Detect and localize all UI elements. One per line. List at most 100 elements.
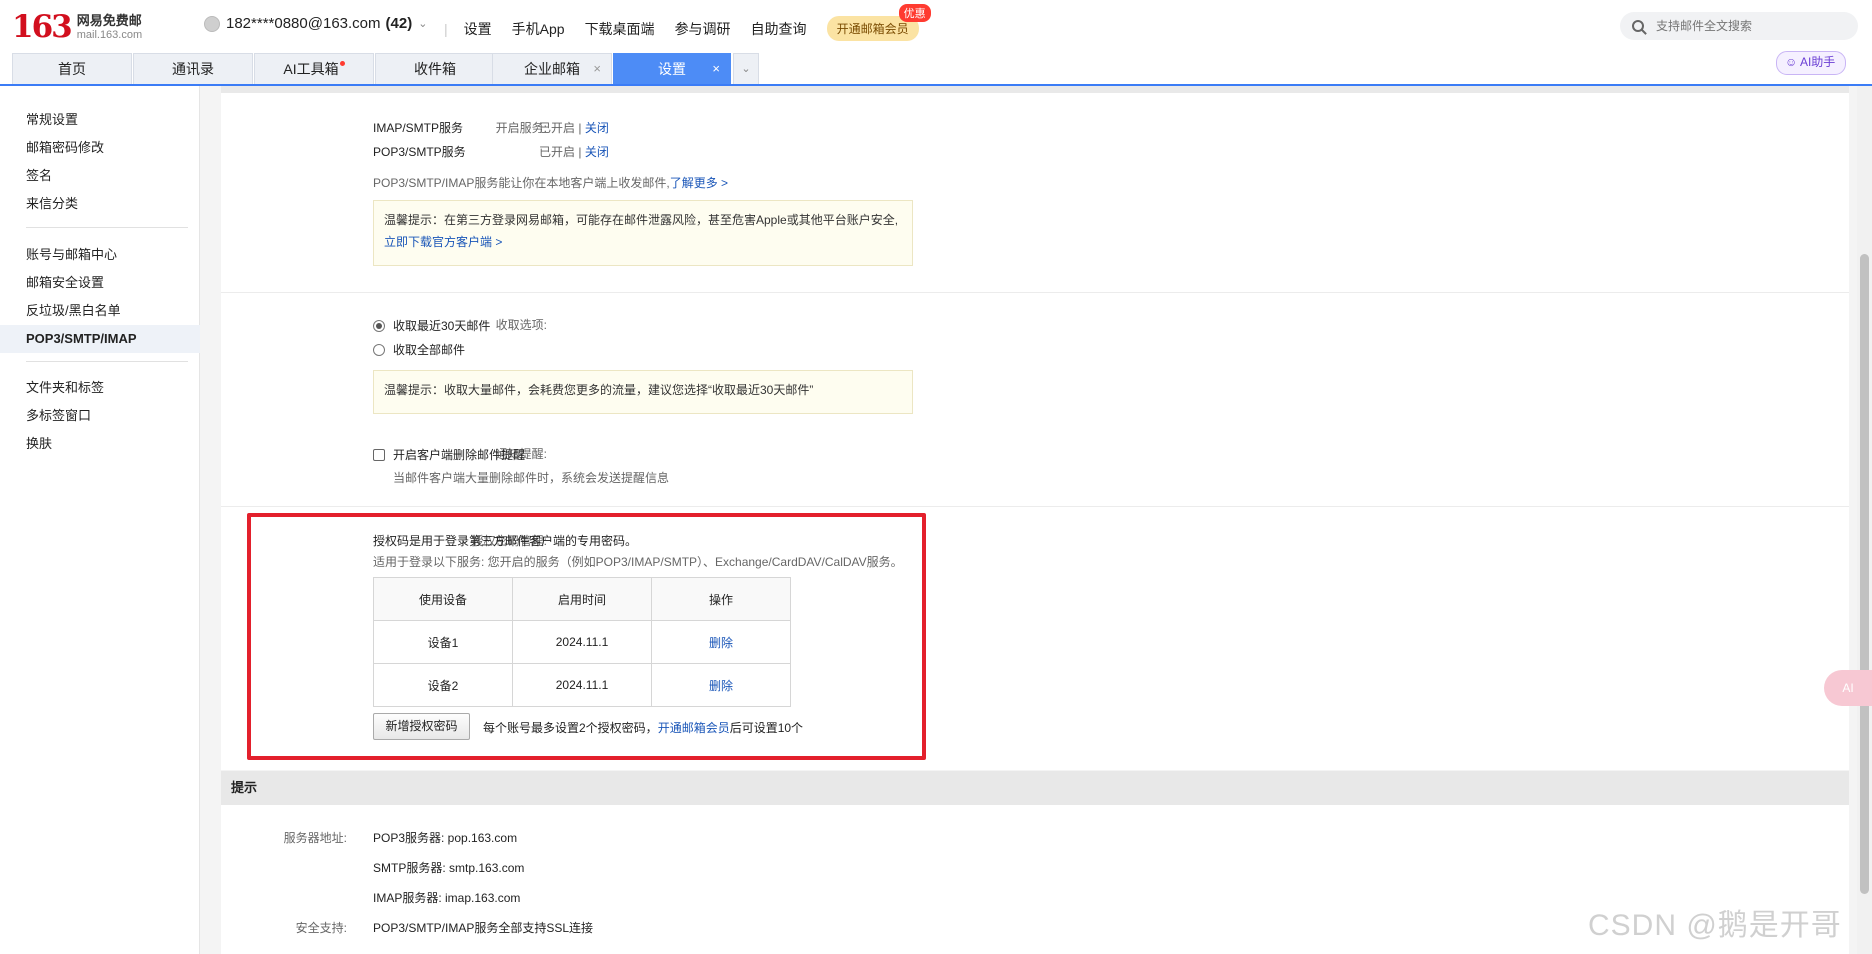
service-description: POP3/SMTP/IMAP服务能让你在本地客户端上收发邮件,了解更多 >: [373, 174, 728, 191]
imap-close-link[interactable]: 关闭: [585, 121, 609, 135]
device-name: 设备1: [373, 620, 513, 664]
section-divider: [221, 292, 1849, 293]
column-header-time: 启用时间: [512, 577, 652, 621]
table-row: 设备2 2024.11.1 删除: [373, 663, 791, 707]
nav-survey[interactable]: 参与调研: [675, 19, 731, 39]
sidebar-divider: [26, 361, 188, 362]
vip-button-label: 开通邮箱会员: [836, 22, 909, 36]
tab-enterprise-mail[interactable]: 企业邮箱 ×: [492, 53, 612, 84]
tab-bar: 首页 通讯录 AI工具箱 收件箱 企业邮箱 × 设置 × ⌄: [0, 52, 1872, 86]
discount-badge: 优惠: [898, 4, 931, 22]
radio-label: 收取全部邮件: [393, 343, 466, 357]
sidebar-item-antispam[interactable]: 反垃圾/黑白名单: [0, 297, 200, 325]
logo-title: 网易免费邮: [76, 13, 142, 28]
delete-cell: 删除: [651, 663, 791, 707]
receive-tip: 温馨提示：收取大量邮件，会耗费您更多的流量，建议您选择“收取最近30天邮件”: [373, 370, 913, 414]
server-address-label: 服务器地址:: [283, 831, 347, 845]
logo[interactable]: 163 网易免费邮 mail.163.com: [12, 10, 142, 44]
sidebar-item-account-center[interactable]: 账号与邮箱中心: [0, 241, 200, 269]
vip-button[interactable]: 开通邮箱会员 优惠: [826, 4, 931, 41]
imap-server: IMAP服务器: imap.163.com: [373, 891, 521, 905]
pop3-service-status: 已开启 | 关闭: [539, 145, 609, 159]
sidebar-item-password[interactable]: 邮箱密码修改: [0, 134, 200, 162]
tab-label: 收件箱: [414, 61, 456, 77]
close-icon[interactable]: ×: [712, 54, 720, 84]
column-header-device: 使用设备: [373, 577, 513, 621]
receive-option-30days[interactable]: 收取最近30天邮件: [373, 317, 490, 334]
scrollbar-thumb[interactable]: [1860, 254, 1869, 894]
robot-icon: ☺: [1785, 55, 1800, 69]
logo-number: 163: [12, 9, 73, 45]
search-box[interactable]: [1620, 12, 1858, 40]
account-switcher[interactable]: 182****0880@163.com (42) ⌄: [204, 15, 427, 32]
notify-checkbox[interactable]: 开启客户端删除邮件提醒: [373, 446, 525, 463]
download-client-link[interactable]: 立即下载官方客户端 >: [384, 235, 502, 249]
checkbox[interactable]: [373, 449, 385, 461]
nav-mobile-app[interactable]: 手机App: [512, 19, 565, 39]
note-text: 每个账号最多设置2个授权密码，: [483, 721, 658, 735]
checkbox-label: 开启客户端删除邮件提醒: [393, 448, 526, 462]
tab-label: 企业邮箱: [524, 61, 580, 77]
tab-settings[interactable]: 设置 ×: [613, 53, 731, 84]
radio-selected[interactable]: [373, 320, 385, 332]
add-auth-password-button[interactable]: 新增授权密码: [373, 713, 470, 740]
tab-label: 首页: [58, 61, 86, 77]
tab-overflow-chevron-icon[interactable]: ⌄: [733, 53, 759, 84]
sidebar-item-general[interactable]: 常规设置: [0, 106, 200, 134]
radio-unselected[interactable]: [373, 344, 385, 356]
tab-inbox[interactable]: 收件箱: [375, 53, 495, 84]
security-support-text: POP3/SMTP/IMAP服务全部支持SSL连接: [373, 921, 594, 935]
section-divider: [221, 506, 1849, 507]
security-support-label: 安全支持:: [295, 921, 347, 935]
auth-description: 授权码是用于登录第三方邮件客户端的专用密码。: [373, 534, 638, 548]
receive-option-all[interactable]: 收取全部邮件: [373, 341, 465, 358]
sidebar-divider: [26, 227, 188, 228]
sidebar-item-skin[interactable]: 换肤: [0, 430, 200, 458]
learn-more-link[interactable]: 了解更多 >: [670, 176, 728, 190]
sidebar-item-signature[interactable]: 签名: [0, 162, 200, 190]
enabled-time: 2024.11.1: [512, 620, 652, 664]
tips-section-header: 提示: [221, 771, 1849, 805]
sidebar-item-pop3-smtp-imap[interactable]: POP3/SMTP/IMAP: [0, 325, 200, 353]
table-row: 设备1 2024.11.1 删除: [373, 620, 791, 664]
pop3-close-link[interactable]: 关闭: [585, 145, 609, 159]
search-input[interactable]: [1654, 18, 1848, 34]
vertical-scrollbar[interactable]: [1857, 86, 1872, 954]
logo-domain: mail.163.com: [76, 29, 143, 41]
nav-settings[interactable]: 设置: [464, 19, 492, 39]
floating-assistant-button[interactable]: AI: [1824, 670, 1872, 706]
unread-count: (42): [385, 15, 413, 32]
pop3-server: POP3服务器: pop.163.com: [373, 831, 518, 845]
radio-label: 收取最近30天邮件: [393, 319, 491, 333]
description-text: POP3/SMTP/IMAP服务能让你在本地客户端上收发邮件,: [373, 176, 670, 190]
nav-download-desktop[interactable]: 下载桌面端: [585, 19, 655, 39]
tab-label: 通讯录: [172, 61, 214, 77]
device-name: 设备2: [373, 663, 513, 707]
delete-link[interactable]: 删除: [709, 679, 733, 693]
sidebar-item-mail-rules[interactable]: 来信分类: [0, 190, 200, 218]
sidebar-item-multi-tab[interactable]: 多标签窗口: [0, 402, 200, 430]
imap-service-status: 已开启 | 关闭: [539, 121, 609, 135]
security-tip: 温馨提示：在第三方登录网易邮箱，可能存在邮件泄露风险，甚至危害Apple或其他平…: [373, 200, 913, 266]
search-icon: [1632, 20, 1644, 32]
watermark: CSDN @鹅是开哥: [1588, 909, 1842, 942]
tab-home[interactable]: 首页: [12, 53, 132, 84]
delete-cell: 删除: [651, 620, 791, 664]
close-icon[interactable]: ×: [593, 54, 601, 84]
table-header-row: 使用设备 启用时间 操作: [373, 577, 791, 621]
top-nav: | 设置 手机App 下载桌面端 参与调研 自助查询 开通邮箱会员 优惠: [444, 4, 931, 41]
nav-self-service[interactable]: 自助查询: [751, 19, 807, 39]
delete-link[interactable]: 删除: [709, 636, 733, 650]
vip-link[interactable]: 开通邮箱会员: [658, 721, 730, 735]
ai-helper-button[interactable]: ☺ AI助手: [1776, 51, 1847, 75]
sidebar-item-security[interactable]: 邮箱安全设置: [0, 269, 200, 297]
top-bar: 163 网易免费邮 mail.163.com 182****0880@163.c…: [0, 0, 1872, 52]
tab-contacts[interactable]: 通讯录: [133, 53, 253, 84]
nav-divider: |: [444, 20, 448, 37]
notify-description: 当邮件客户端大量删除邮件时，系统会发送提醒信息: [393, 471, 670, 485]
notification-dot: [339, 61, 345, 66]
tab-ai-toolbox[interactable]: AI工具箱: [254, 53, 374, 84]
account-email: 182****0880@163.com: [226, 15, 381, 32]
sidebar-item-folders-tags[interactable]: 文件夹和标签: [0, 374, 200, 402]
imap-service-name: IMAP/SMTP服务: [373, 121, 464, 135]
